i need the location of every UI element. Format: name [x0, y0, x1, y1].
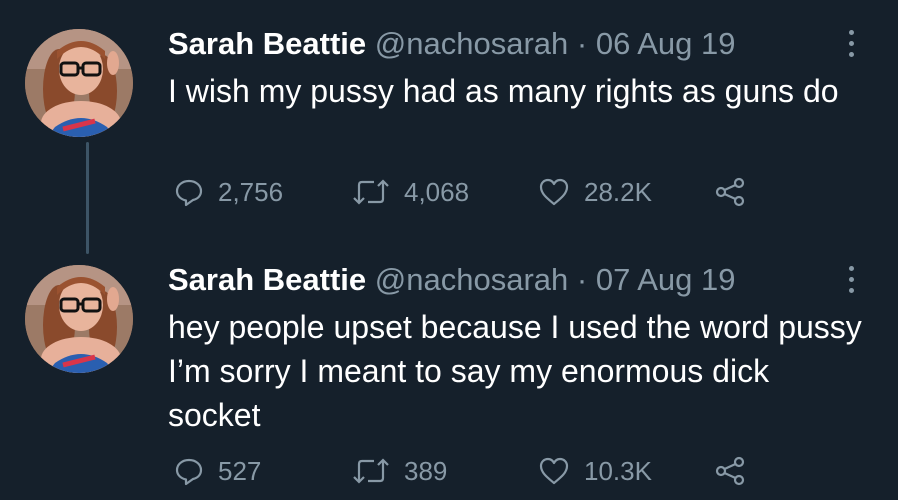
retweet-count: 389 [404, 456, 448, 486]
avatar[interactable] [25, 29, 133, 137]
share-button[interactable] [714, 172, 760, 212]
reply-button[interactable]: 527 [174, 451, 261, 491]
like-count: 28.2K [584, 177, 652, 207]
user-handle[interactable]: @nachosarah [375, 262, 568, 297]
reply-count: 2,756 [218, 177, 284, 207]
retweet-button[interactable]: 4,068 [352, 172, 469, 212]
separator-dot: · [576, 26, 588, 61]
retweet-count: 4,068 [404, 177, 470, 207]
reply-button[interactable]: 2,756 [174, 172, 283, 212]
user-handle[interactable]: @nachosarah [375, 26, 568, 61]
more-options-icon[interactable] [845, 266, 857, 296]
reply-icon [175, 179, 203, 207]
tweet-header: Sarah Beattie @nachosarah · 06 Aug 19 [168, 24, 735, 64]
reply-count: 527 [218, 456, 262, 486]
tweet-header: Sarah Beattie @nachosarah · 07 Aug 19 [168, 260, 735, 300]
retweet-button[interactable]: 389 [352, 451, 447, 491]
heart-icon [539, 457, 569, 485]
separator-dot: · [576, 262, 588, 297]
retweet-icon [353, 179, 389, 205]
avatar[interactable] [25, 265, 133, 373]
like-button[interactable]: 28.2K [538, 172, 652, 212]
display-name[interactable]: Sarah Beattie [168, 26, 366, 61]
share-icon [715, 456, 745, 486]
more-options-icon[interactable] [845, 30, 857, 60]
display-name[interactable]: Sarah Beattie [168, 262, 366, 297]
thread-connector-line [86, 142, 89, 254]
tweet-text: hey people upset because I used the word… [168, 309, 862, 433]
tweet-text: I wish my pussy had as many rights as gu… [168, 73, 839, 109]
share-button[interactable] [714, 451, 760, 491]
retweet-icon [353, 458, 389, 484]
like-button[interactable]: 10.3K [538, 451, 652, 491]
reply-icon [175, 458, 203, 486]
tweet-date[interactable]: 07 Aug 19 [596, 262, 736, 297]
like-count: 10.3K [584, 456, 652, 486]
share-icon [715, 177, 745, 207]
heart-icon [539, 178, 569, 206]
tweet-date[interactable]: 06 Aug 19 [596, 26, 736, 61]
